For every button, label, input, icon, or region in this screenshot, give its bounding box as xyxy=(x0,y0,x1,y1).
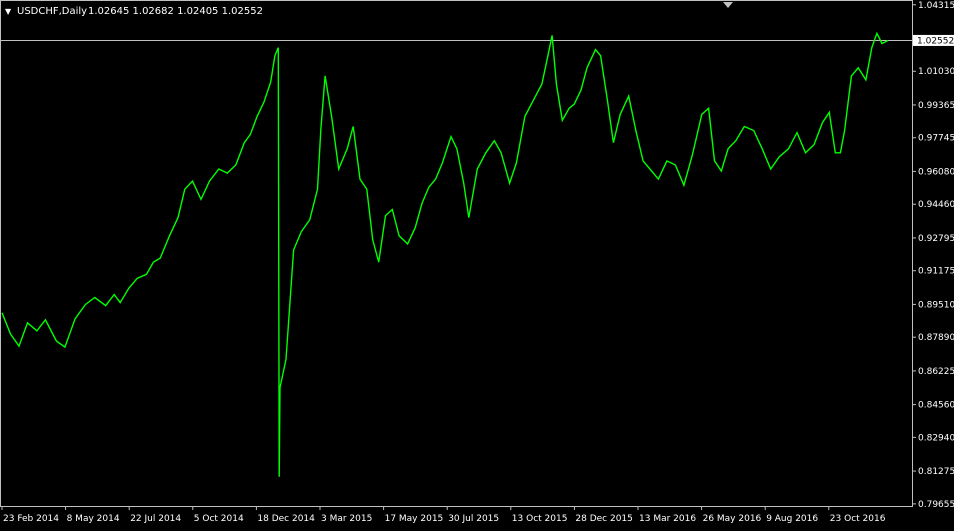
time-axis-tick-label: 8 May 2014 xyxy=(67,514,120,524)
time-axis-tick-label: 30 Jul 2015 xyxy=(448,514,499,524)
price-axis-tick-label: 0.99365 xyxy=(918,101,954,111)
time-axis-tick-label: 26 May 2016 xyxy=(703,514,762,524)
time-axis-tick-label: 18 Dec 2014 xyxy=(257,514,315,524)
time-axis-tick-label: 22 Jul 2014 xyxy=(130,514,181,524)
chart-svg[interactable]: ▼ USDCHF,Daily 1.02645 1.02682 1.02405 1… xyxy=(0,0,954,527)
price-axis-tick-label: 1.01030 xyxy=(918,67,954,77)
time-axis-tick-label: 17 May 2015 xyxy=(385,514,444,524)
price-axis-tick-label: 0.89510 xyxy=(918,300,954,310)
price-axis-tick-label: 0.84560 xyxy=(918,401,954,411)
symbol-timeframe-label: USDCHF,Daily xyxy=(17,6,87,17)
price-axis-tick-label: 0.79655 xyxy=(918,500,954,510)
price-axis-tick-label: 0.87890 xyxy=(918,333,954,343)
current-price-tag-text: 1.02552 xyxy=(917,36,954,46)
time-axis-tick-label: 13 Oct 2015 xyxy=(512,514,568,524)
price-axis-tick-label: 0.86225 xyxy=(918,367,954,377)
time-axis-tick-label: 5 Oct 2014 xyxy=(194,514,244,524)
time-axis-tick-label: 23 Feb 2014 xyxy=(3,514,59,524)
price-axis-tick-label: 0.91175 xyxy=(918,267,954,277)
time-axis-tick-label: 3 Mar 2015 xyxy=(321,514,372,524)
price-axis-tick-label: 0.94460 xyxy=(918,200,954,210)
chart-background xyxy=(0,0,954,527)
price-axis-tick-label: 0.92795 xyxy=(918,234,954,244)
price-axis-tick-label: 1.04315 xyxy=(918,1,954,11)
ohlc-values-label: 1.02645 1.02682 1.02405 1.02552 xyxy=(88,6,263,17)
time-axis-tick-label: 9 Aug 2016 xyxy=(766,514,818,524)
price-chart[interactable]: ▼ USDCHF,Daily 1.02645 1.02682 1.02405 1… xyxy=(0,0,954,527)
time-axis-tick-label: 28 Dec 2015 xyxy=(575,514,633,524)
price-axis-tick-label: 0.97745 xyxy=(918,134,954,144)
price-axis-tick-label: 0.96080 xyxy=(918,167,954,177)
header-arrow-icon[interactable]: ▼ xyxy=(5,7,12,16)
price-axis-tick-label: 0.81275 xyxy=(918,467,954,477)
time-axis-tick-label: 13 Mar 2016 xyxy=(639,514,696,524)
time-axis-tick-label: 23 Oct 2016 xyxy=(830,514,886,524)
price-axis-tick-label: 0.82940 xyxy=(918,433,954,443)
current-price-tag: 1.02552 xyxy=(913,34,954,46)
